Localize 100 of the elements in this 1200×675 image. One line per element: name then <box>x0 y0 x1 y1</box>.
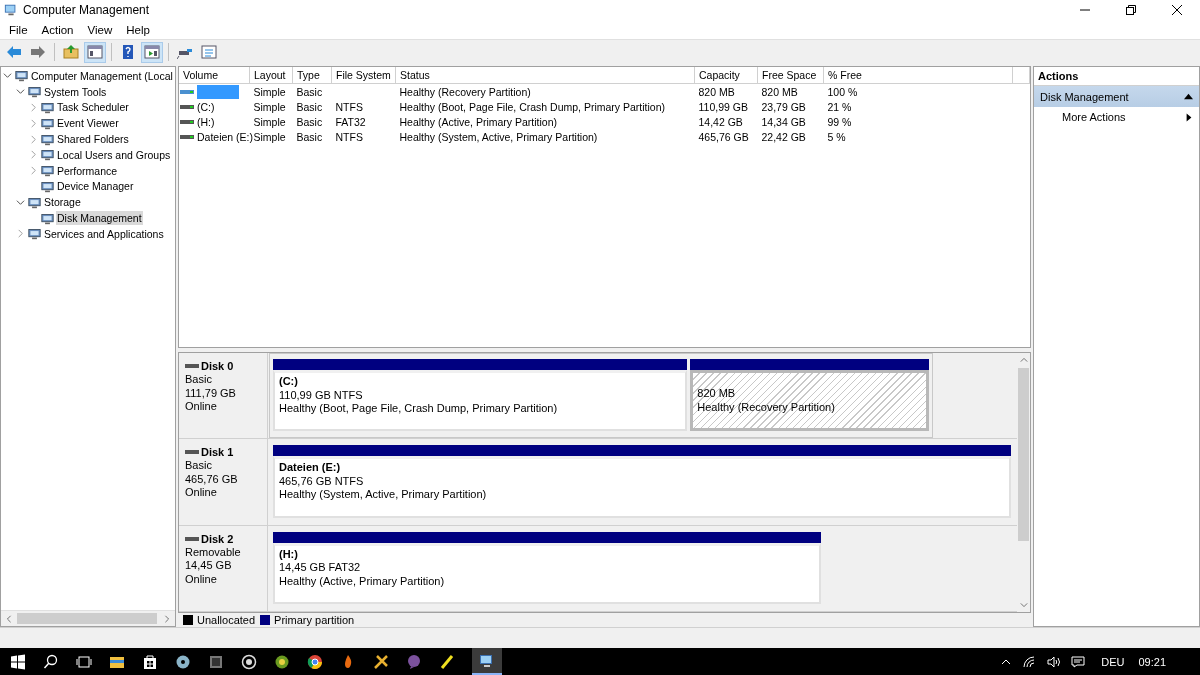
column-header[interactable]: Volume <box>179 67 250 84</box>
menu-item[interactable]: File <box>2 23 35 36</box>
table-cell: 14,34 GB <box>761 115 806 128</box>
tree-item[interactable]: Device Manager <box>56 179 135 194</box>
table-cell: 110,99 GB <box>698 100 748 113</box>
table-cell: 5 % <box>827 130 846 143</box>
tree-item[interactable]: Performance <box>56 163 119 178</box>
action-pane-button[interactable] <box>141 41 163 63</box>
table-cell: Basic <box>296 115 323 128</box>
partition-size: 14,45 GB FAT32 <box>279 561 361 575</box>
tree-item[interactable]: Local Users and Groups <box>56 147 172 162</box>
search-icon[interactable] <box>43 653 59 670</box>
section-title: Disk Management <box>1040 90 1129 103</box>
table-cell: Healthy (Recovery Partition) <box>399 85 531 98</box>
table-cell: 820 MB <box>698 85 735 98</box>
show-tree-button[interactable] <box>84 41 106 63</box>
pen-icon[interactable] <box>439 653 455 670</box>
tree-item[interactable]: Storage <box>43 195 82 210</box>
tree-pane-icon <box>87 44 103 60</box>
tree-item[interactable]: System Tools <box>43 84 108 99</box>
table-cell: Healthy (Active, Primary Partition) <box>399 115 558 128</box>
tree-item[interactable]: Computer Management (Local <box>30 68 174 83</box>
column-header[interactable]: Type <box>292 67 332 84</box>
partition-size: 820 MB <box>697 387 736 401</box>
console-node-icon <box>15 69 28 83</box>
column-header[interactable]: Layout <box>249 67 293 84</box>
partition-name: (H:) <box>279 547 299 562</box>
column-header[interactable]: Capacity <box>694 67 758 84</box>
circle-app-icon[interactable] <box>241 653 257 670</box>
collapse-chevron-icon[interactable] <box>16 87 25 97</box>
legend-label: Primary partition <box>274 614 355 626</box>
speaker-icon[interactable] <box>1047 655 1062 668</box>
store-bag-icon[interactable] <box>142 653 158 670</box>
console-node-icon <box>41 132 54 146</box>
console-node-icon <box>41 179 54 193</box>
back-arrow-icon <box>6 44 22 60</box>
tree-item[interactable]: Shared Folders <box>56 132 130 147</box>
browser-icon[interactable] <box>307 653 323 670</box>
table-cell: 23,79 GB <box>761 100 806 113</box>
windows-logo-icon[interactable] <box>10 653 26 670</box>
console-node-icon <box>41 148 54 162</box>
table-cell: 14,42 GB <box>698 115 743 128</box>
disk-type: Removable <box>185 545 242 560</box>
disk-size: 111,79 GB <box>185 386 237 400</box>
disk-status: Online <box>185 400 218 414</box>
tree-item[interactable]: Services and Applications <box>43 226 165 241</box>
console-node-icon <box>41 101 54 114</box>
partition-status: Healthy (Recovery Partition) <box>697 400 835 414</box>
disk-type: Basic <box>185 373 213 387</box>
table-cell: Healthy (Boot, Page File, Crash Dump, Primary Partition) <box>399 100 665 113</box>
table-cell: (C:) <box>197 100 215 113</box>
console-node-icon <box>28 195 41 209</box>
table-cell: Simple <box>253 130 286 143</box>
selected-volume-highlight[interactable] <box>197 84 239 99</box>
table-cell: Dateien (E:) <box>197 130 254 143</box>
drive-icon <box>180 88 194 95</box>
partition-name: Dateien (E:) <box>279 461 342 475</box>
column-header[interactable]: % Free <box>823 67 1013 84</box>
tree-item[interactable]: Task Scheduler <box>56 100 130 115</box>
language-indicator[interactable]: DEU <box>1101 655 1125 668</box>
table-cell: NTFS <box>335 130 363 143</box>
disk-name: Disk 0 <box>201 360 234 372</box>
action-item[interactable]: More Actions <box>1034 107 1199 127</box>
disk-name: Disk 2 <box>201 532 234 545</box>
column-header[interactable]: Status <box>395 67 695 84</box>
column-header[interactable]: Free Space <box>757 67 824 84</box>
clock[interactable]: 09:21 <box>1138 655 1166 668</box>
window-title: Computer Management <box>23 3 150 17</box>
table-cell: 21 % <box>827 100 852 113</box>
partition-size: 110,99 GB NTFS <box>279 388 363 402</box>
column-header[interactable]: File System <box>331 67 396 84</box>
menu-item[interactable]: View <box>80 23 120 36</box>
tree-item[interactable]: Disk Management <box>56 211 143 226</box>
collapse-chevron-icon[interactable] <box>3 71 12 81</box>
task-view-icon[interactable] <box>76 653 92 670</box>
active-app-button[interactable] <box>472 648 502 675</box>
menu-item[interactable]: Help <box>119 23 157 36</box>
tools-icon[interactable] <box>373 653 389 670</box>
table-cell: Simple <box>253 85 286 98</box>
notification-icon[interactable] <box>1071 655 1086 668</box>
table-cell: 100 % <box>827 85 858 98</box>
console-node-icon <box>41 211 54 225</box>
legend-label: Unallocated <box>197 614 256 626</box>
drive-icon <box>180 118 194 125</box>
drive-icon <box>180 133 194 140</box>
tree-item[interactable]: Event Viewer <box>56 116 120 131</box>
disc-icon[interactable] <box>175 653 191 670</box>
actions-section-header[interactable]: Disk Management <box>1034 86 1199 107</box>
square-app-icon[interactable] <box>208 653 224 670</box>
globe-app-icon[interactable] <box>274 653 290 670</box>
console-node-icon <box>41 164 54 178</box>
phone-bubble-icon[interactable] <box>406 653 422 670</box>
table-cell: (H:) <box>197 115 215 128</box>
table-cell: Simple <box>253 115 286 128</box>
console-node-icon <box>41 116 54 130</box>
disk-size: 465,76 GB <box>185 472 239 487</box>
collapse-chevron-icon[interactable] <box>16 197 25 207</box>
partition-size: 465,76 GB NTFS <box>279 474 364 489</box>
collapse-triangle-icon[interactable] <box>1184 92 1193 101</box>
menu-item[interactable]: Action <box>34 23 81 36</box>
